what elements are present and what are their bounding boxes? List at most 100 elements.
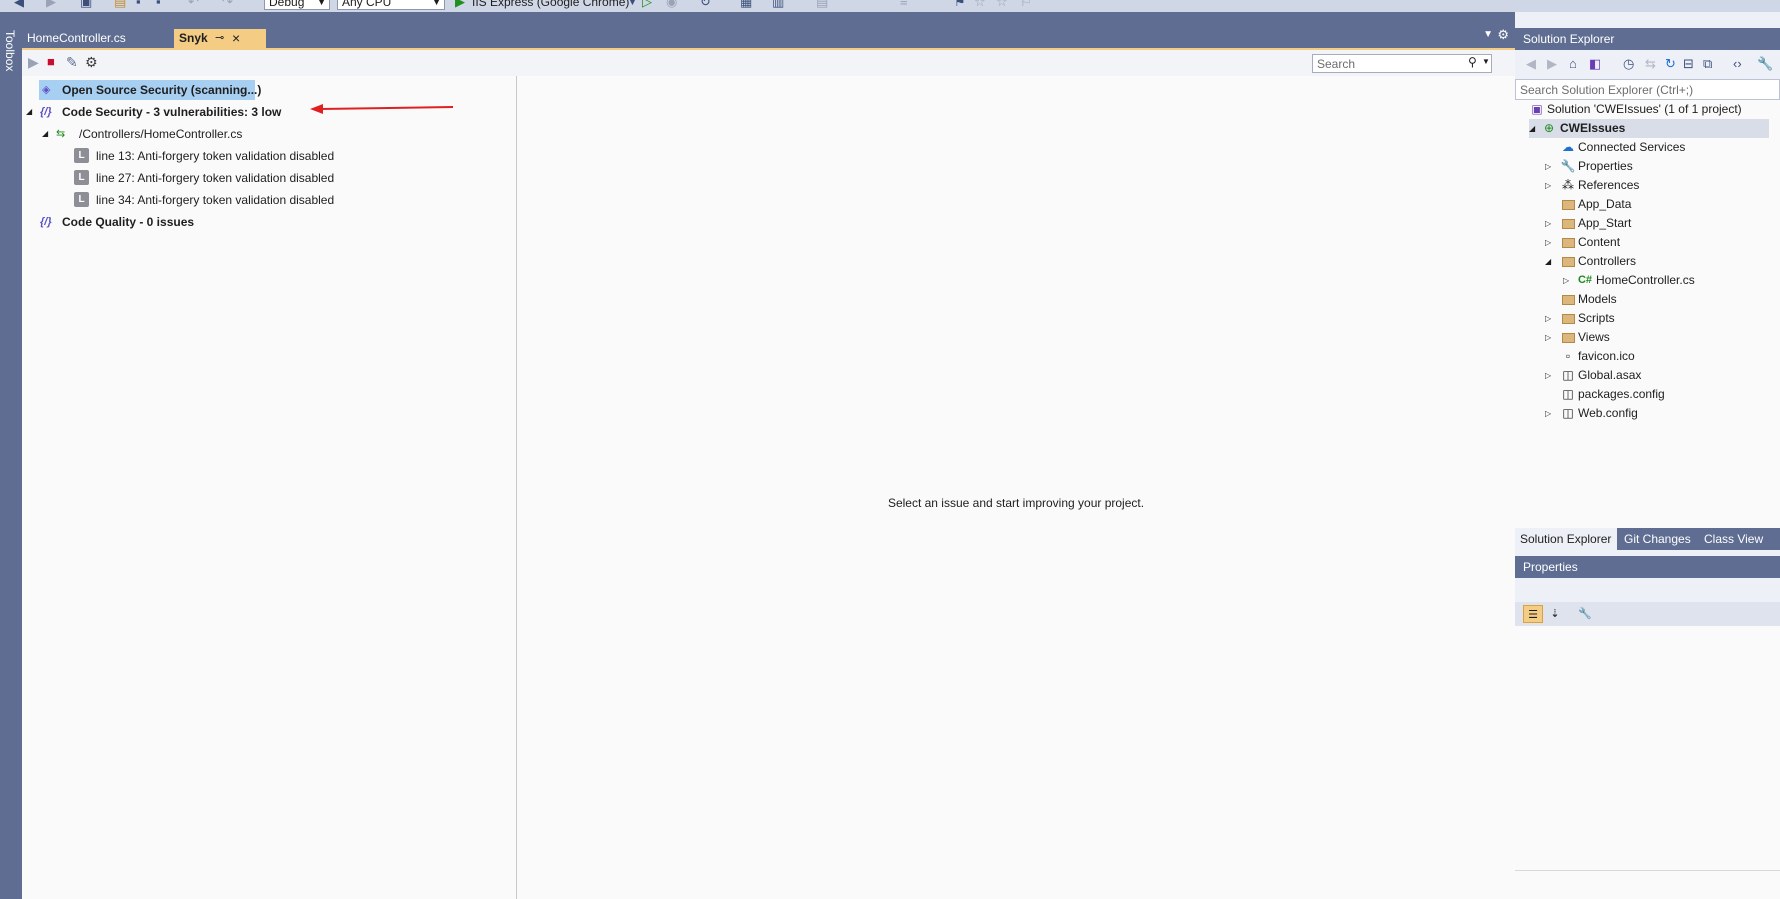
tree-node-issue[interactable]: L line 34: Anti-forgery token validation… bbox=[72, 190, 412, 210]
properties-object-selector[interactable] bbox=[1515, 578, 1780, 602]
tab-git-changes[interactable]: Git Changes bbox=[1619, 528, 1697, 550]
collapsed-arrow-icon[interactable]: ▷ bbox=[1545, 328, 1551, 347]
stop-scan-icon[interactable]: ■ bbox=[47, 54, 55, 70]
search-icon[interactable]: ⚲ bbox=[1468, 55, 1477, 69]
navigate-back-icon[interactable]: ◀ bbox=[14, 0, 24, 10]
collapsed-arrow-icon[interactable]: ▷ bbox=[1563, 271, 1569, 290]
config-file-icon: ◫ bbox=[1562, 387, 1574, 401]
expanded-arrow-icon[interactable]: ◢ bbox=[26, 102, 36, 122]
tree-item-app-start[interactable]: ▷ App_Start bbox=[1545, 214, 1765, 233]
tree-item-app-data[interactable]: App_Data bbox=[1545, 195, 1765, 214]
snyk-search-input[interactable] bbox=[1313, 55, 1473, 72]
tree-item-scripts[interactable]: ▷ Scripts bbox=[1545, 309, 1765, 328]
run-target-label[interactable]: IIS Express (Google Chrome) bbox=[472, 0, 629, 10]
solution-node[interactable]: ▣ Solution 'CWEIssues' (1 of 1 project) bbox=[1529, 100, 1769, 119]
tree-item-models[interactable]: Models bbox=[1545, 290, 1765, 309]
tree-item-packages-config[interactable]: ◫ packages.config bbox=[1545, 385, 1765, 404]
start-without-debug-icon[interactable]: ▷ bbox=[642, 0, 652, 10]
tab-class-view[interactable]: Class View bbox=[1699, 528, 1769, 550]
pin-icon[interactable]: ⊸ bbox=[215, 29, 224, 48]
tool-icon[interactable]: ▥ bbox=[772, 0, 784, 10]
collapse-all-icon[interactable]: ⊟ bbox=[1683, 56, 1694, 72]
home-icon[interactable]: ⌂ bbox=[1569, 56, 1577, 71]
tree-node-issue[interactable]: L line 27: Anti-forgery token validation… bbox=[72, 168, 412, 188]
expanded-arrow-icon[interactable]: ◢ bbox=[1545, 252, 1551, 271]
code-view-icon[interactable]: ‹› bbox=[1733, 56, 1742, 71]
tree-item-properties[interactable]: ▷ 🔧 Properties bbox=[1545, 157, 1765, 176]
tree-item-views[interactable]: ▷ Views bbox=[1545, 328, 1765, 347]
back-icon[interactable]: ◀ bbox=[1526, 56, 1536, 72]
tab-home-controller[interactable]: HomeController.cs bbox=[22, 29, 172, 48]
tree-item-controllers[interactable]: ◢ Controllers bbox=[1545, 252, 1765, 271]
tool-icon[interactable]: ▤ bbox=[816, 0, 828, 10]
start-debug-icon[interactable]: ▶ bbox=[455, 0, 465, 10]
attach-icon[interactable]: ◉ bbox=[666, 0, 677, 10]
pending-changes-icon[interactable]: ◷ bbox=[1623, 56, 1634, 72]
tool-icon[interactable]: ▦ bbox=[740, 0, 752, 10]
redo-icon[interactable]: ↷ bbox=[222, 0, 233, 10]
tab-snyk[interactable]: Snyk ⊸ × bbox=[174, 29, 266, 48]
clean-icon[interactable]: ✎ bbox=[66, 54, 78, 70]
toolbox-tab[interactable]: Toolbox bbox=[3, 30, 17, 71]
sync-icon[interactable]: ⇆ bbox=[1645, 56, 1656, 72]
snyk-search-box[interactable]: ⚲ ▼ bbox=[1312, 54, 1492, 73]
tree-node-code-quality[interactable]: {/} Code Quality - 0 issues bbox=[26, 212, 326, 232]
tree-node-file[interactable]: ◢ ⇆ /Controllers/HomeController.cs bbox=[42, 124, 342, 144]
tree-item-content[interactable]: ▷ Content bbox=[1545, 233, 1765, 252]
project-node[interactable]: ◢ ⊕ CWEIssues bbox=[1529, 119, 1769, 138]
folder-icon bbox=[1561, 295, 1575, 305]
solution-explorer-search-input[interactable] bbox=[1516, 80, 1774, 99]
tree-node-open-source[interactable]: ◈ Open Source Security (scanning...) bbox=[39, 80, 261, 100]
collapsed-arrow-icon[interactable]: ▷ bbox=[1545, 366, 1551, 385]
tree-item-connected-services[interactable]: ☁ Connected Services bbox=[1545, 138, 1765, 157]
collapsed-arrow-icon[interactable]: ▷ bbox=[1545, 176, 1551, 195]
run-scan-icon[interactable]: ▶ bbox=[28, 54, 39, 70]
run-dropdown-icon[interactable]: ▼ bbox=[628, 0, 637, 10]
settings-gear-icon[interactable]: ⚙ bbox=[85, 54, 98, 70]
chevron-down-icon[interactable]: ▼ bbox=[1482, 57, 1490, 66]
property-pages-icon[interactable]: 🔧 bbox=[1575, 605, 1595, 623]
undo-icon[interactable]: ↶ bbox=[188, 0, 199, 10]
tree-item-global-asax[interactable]: ▷ ◫ Global.asax bbox=[1545, 366, 1765, 385]
configuration-select[interactable]: Debug ▼ bbox=[264, 0, 330, 10]
solution-explorer-search-box[interactable] bbox=[1515, 79, 1780, 100]
issue-label: line 34: Anti-forgery token validation d… bbox=[96, 193, 335, 207]
tree-node-code-security[interactable]: ◢ {/} Code Security - 3 vulnerabilities:… bbox=[26, 102, 326, 122]
tab-list-dropdown-icon[interactable]: ▼ bbox=[1483, 29, 1493, 40]
switch-view-icon[interactable]: ◧ bbox=[1589, 56, 1601, 72]
properties-wrench-icon[interactable]: 🔧 bbox=[1757, 56, 1773, 72]
tree-item-web-config[interactable]: ▷ ◫ Web.config bbox=[1545, 404, 1765, 423]
forward-icon[interactable]: ▶ bbox=[1547, 56, 1557, 72]
navigate-forward-icon[interactable]: ▶ bbox=[46, 0, 56, 10]
save-all-icon[interactable]: ▪ bbox=[156, 0, 161, 10]
tree-node-issue[interactable]: L line 13: Anti-forgery token validation… bbox=[72, 146, 412, 166]
tree-item-favicon[interactable]: ▫ favicon.ico bbox=[1545, 347, 1765, 366]
bookmark-icon[interactable]: ⚑ bbox=[954, 0, 966, 10]
collapsed-arrow-icon[interactable]: ▷ bbox=[1545, 233, 1551, 252]
new-item-icon[interactable]: ▣ bbox=[80, 0, 92, 10]
bookmark-next-icon[interactable]: ☆ bbox=[996, 0, 1008, 10]
collapsed-arrow-icon[interactable]: ▷ bbox=[1545, 404, 1551, 423]
tree-item-home-controller[interactable]: ▷ C# HomeController.cs bbox=[1563, 271, 1773, 290]
indent-icon[interactable]: ≡ bbox=[900, 0, 908, 10]
collapsed-arrow-icon[interactable]: ▷ bbox=[1545, 309, 1551, 328]
platform-select[interactable]: Any CPU ▼ bbox=[337, 0, 445, 10]
tree-item-references[interactable]: ▷ ⁂ References bbox=[1545, 176, 1765, 195]
gear-icon[interactable]: ⚙ bbox=[1497, 27, 1509, 43]
solution-icon: ▣ bbox=[1531, 102, 1543, 116]
expanded-arrow-icon[interactable]: ◢ bbox=[1529, 119, 1535, 138]
refresh-icon[interactable]: ↻ bbox=[1665, 56, 1676, 72]
collapsed-arrow-icon[interactable]: ▷ bbox=[1545, 214, 1551, 233]
close-icon[interactable]: × bbox=[232, 29, 240, 48]
refresh-icon[interactable]: ↻ bbox=[700, 0, 711, 10]
save-icon[interactable]: ▪ bbox=[136, 0, 141, 10]
alphabetical-sort-icon[interactable]: ⇣ bbox=[1545, 605, 1565, 623]
collapsed-arrow-icon[interactable]: ▷ bbox=[1545, 157, 1551, 176]
expanded-arrow-icon[interactable]: ◢ bbox=[42, 124, 52, 144]
open-folder-icon[interactable]: ▤ bbox=[114, 0, 126, 10]
bookmark-clear-icon[interactable]: ⚐ bbox=[1020, 0, 1032, 10]
tab-solution-explorer[interactable]: Solution Explorer bbox=[1515, 528, 1617, 550]
show-all-files-icon[interactable]: ⧉ bbox=[1703, 56, 1712, 72]
categorized-icon[interactable]: ☰ bbox=[1523, 605, 1543, 623]
bookmark-prev-icon[interactable]: ☆ bbox=[974, 0, 986, 10]
